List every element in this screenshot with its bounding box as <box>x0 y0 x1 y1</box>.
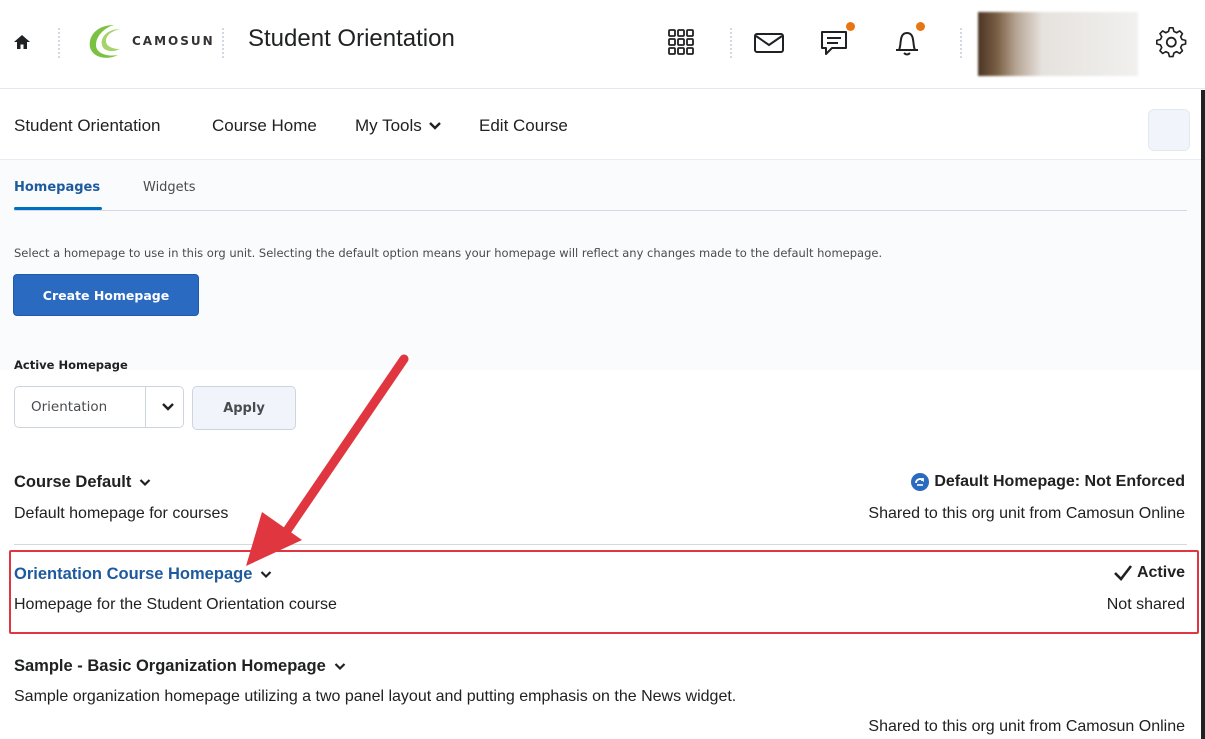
active-homepage-label: Active Homepage <box>14 358 128 372</box>
tab-homepages[interactable]: Homepages <box>14 180 100 195</box>
homepage-status-text: Active <box>1136 564 1185 581</box>
header-divider <box>730 28 733 58</box>
homepage-title-sample: Sample - Basic Organization Homepage <box>14 657 326 675</box>
chevron-down-icon[interactable] <box>139 478 151 487</box>
homepage-status: Active <box>1113 564 1185 582</box>
row-divider <box>14 544 1187 545</box>
course-title[interactable]: Student Orientation <box>248 25 455 53</box>
homepage-status-text: Default Homepage: Not Enforced <box>934 473 1185 490</box>
homepage-title-orientation[interactable]: Orientation Course Homepage <box>14 565 252 584</box>
homepage-description: Default homepage for courses <box>14 505 229 522</box>
active-homepage-select-value: Orientation <box>31 399 108 415</box>
window-edge <box>1201 90 1205 739</box>
message-alerts-icon[interactable] <box>752 26 786 58</box>
course-selector-grid-icon[interactable] <box>666 26 696 58</box>
header-divider <box>222 28 225 58</box>
nav-my-tools[interactable]: My Tools <box>355 116 442 136</box>
select-divider <box>145 387 146 427</box>
course-navbar: Student Orientation Course Home My Tools… <box>0 89 1205 160</box>
tab-widgets[interactable]: Widgets <box>143 180 196 195</box>
homepage-row-title[interactable]: Orientation Course Homepage <box>14 565 272 584</box>
homepages-content: Homepages Widgets Select a homepage to u… <box>0 160 1202 739</box>
homepage-sharing: Shared to this org unit from Camosun Onl… <box>868 718 1185 735</box>
homepage-status: Default Homepage: Not Enforced <box>910 472 1185 492</box>
active-homepage-select[interactable]: Orientation <box>14 386 184 428</box>
more-nav-button[interactable] <box>1148 109 1190 151</box>
nav-student-orientation[interactable]: Student Orientation <box>14 116 160 136</box>
chevron-down-icon[interactable] <box>260 570 272 579</box>
subscription-alerts-icon[interactable] <box>818 26 852 58</box>
apply-button[interactable]: Apply <box>192 386 296 430</box>
homepage-sharing: Not shared <box>1106 596 1185 613</box>
notification-dot <box>846 22 855 31</box>
chevron-down-icon[interactable] <box>334 662 346 671</box>
nav-course-home[interactable]: Course Home <box>212 116 317 136</box>
checkmark-icon <box>1114 565 1132 581</box>
camosun-swoosh-icon <box>89 25 120 58</box>
create-homepage-button[interactable]: Create Homepage <box>13 274 199 316</box>
homepage-title-course-default: Course Default <box>14 473 132 491</box>
default-homepage-icon <box>911 473 930 491</box>
home-icon[interactable] <box>12 32 32 52</box>
user-avatar[interactable] <box>978 12 1138 76</box>
settings-gear-icon[interactable] <box>1155 26 1189 58</box>
camosun-logo[interactable]: CAMOSUN <box>84 18 215 64</box>
header-divider <box>58 28 61 58</box>
nav-edit-course[interactable]: Edit Course <box>479 116 568 136</box>
homepage-description: Sample organization homepage utilizing a… <box>14 688 737 705</box>
nav-my-tools-label: My Tools <box>355 116 422 135</box>
header-divider <box>960 28 963 58</box>
chevron-down-icon <box>162 403 174 411</box>
chevron-down-icon <box>428 122 441 130</box>
homepage-sharing: Shared to this org unit from Camosun Onl… <box>868 505 1185 522</box>
homepage-description: Homepage for the Student Orientation cou… <box>14 596 337 613</box>
homepage-row-title[interactable]: Course Default <box>14 473 151 492</box>
top-header: CAMOSUN Student Orientation <box>0 0 1205 89</box>
homepage-description-text: Select a homepage to use in this org uni… <box>14 246 883 260</box>
homepage-row-title[interactable]: Sample - Basic Organization Homepage <box>14 657 346 676</box>
logo-text: CAMOSUN <box>132 34 215 48</box>
notification-dot <box>916 22 925 31</box>
tabs-divider <box>14 210 1187 211</box>
annotation-highlight-box <box>9 550 1199 634</box>
